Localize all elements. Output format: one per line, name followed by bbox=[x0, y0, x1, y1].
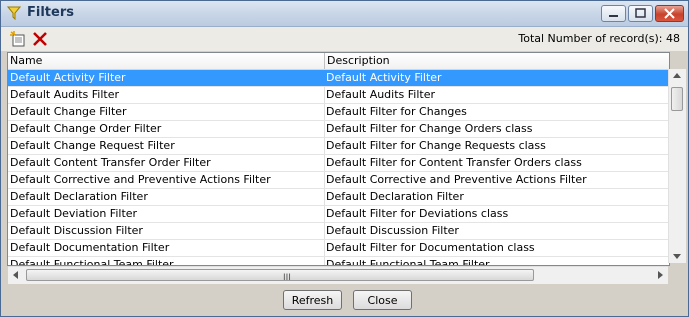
cell-description: Default Filter for Content Transfer Orde… bbox=[326, 156, 582, 169]
cell-description: Default Functional Team Filter bbox=[326, 258, 490, 266]
cell-description: Default Corrective and Preventive Action… bbox=[326, 173, 587, 186]
cell-name: Default Change Order Filter bbox=[10, 122, 162, 135]
minimize-button[interactable] bbox=[601, 5, 626, 22]
column-header-description[interactable]: Description bbox=[327, 54, 390, 67]
cell-name: Default Deviation Filter bbox=[10, 207, 138, 220]
cell-name: Default Discussion Filter bbox=[10, 224, 143, 237]
table-body: Default Activity Filter Default Activity … bbox=[8, 70, 669, 266]
table-row[interactable]: Default Documentation Filter Default Filt… bbox=[8, 240, 669, 257]
cell-name: Default Change Filter bbox=[10, 105, 127, 118]
table-row[interactable]: Default Discussion Filter Default Discuss… bbox=[8, 223, 669, 240]
scroll-up-icon[interactable] bbox=[673, 73, 681, 78]
maximize-icon bbox=[635, 8, 646, 18]
cell-name: Default Content Transfer Order Filter bbox=[10, 156, 211, 169]
cell-name: Default Documentation Filter bbox=[10, 241, 170, 254]
table-row[interactable]: Default Deviation Filter Default Filter f… bbox=[8, 206, 669, 223]
cell-name: Default Corrective and Preventive Action… bbox=[10, 173, 271, 186]
close-button[interactable]: Close bbox=[353, 290, 412, 310]
cell-description: Default Activity Filter bbox=[326, 71, 442, 84]
cell-description: Default Filter for Deviations class bbox=[326, 207, 509, 220]
dialog-footer: Refresh Close bbox=[1, 285, 688, 316]
vertical-scrollbar[interactable] bbox=[668, 69, 686, 263]
cell-description: Default Filter for Documentation class bbox=[326, 241, 535, 254]
table-row[interactable]: Default Change Order Filter Default Filte… bbox=[8, 121, 669, 138]
close-icon bbox=[664, 8, 675, 19]
scroll-down-icon[interactable] bbox=[673, 254, 681, 259]
scroll-grip-icon: III bbox=[283, 273, 291, 283]
minimize-icon bbox=[609, 15, 618, 17]
delete-x-icon[interactable] bbox=[31, 30, 49, 48]
window-title: Filters bbox=[27, 5, 74, 20]
table-row[interactable]: Default Declaration Filter Default Declar… bbox=[8, 189, 669, 206]
table-row[interactable]: Default Functional Team Filter Default Fu… bbox=[8, 257, 669, 266]
table-row[interactable]: Default Change Request Filter Default Fil… bbox=[8, 138, 669, 155]
filters-table: Name Description Default Activity Filter… bbox=[7, 52, 670, 266]
close-window-button[interactable] bbox=[655, 5, 684, 22]
filters-window: Filters Total Number of record(s): 48 Na… bbox=[0, 0, 689, 317]
cell-description: Default Filter for Changes bbox=[326, 105, 467, 118]
title-bar[interactable]: Filters bbox=[1, 1, 688, 27]
cell-description: Default Discussion Filter bbox=[326, 224, 459, 237]
toolbar: Total Number of record(s): 48 bbox=[1, 27, 688, 51]
horizontal-scroll-thumb[interactable]: III bbox=[26, 269, 534, 283]
table-header: Name Description bbox=[8, 53, 669, 70]
table-row[interactable]: Default Content Transfer Order Filter Def… bbox=[8, 155, 669, 172]
new-filter-icon[interactable] bbox=[9, 30, 27, 48]
table-row[interactable]: Default Change Filter Default Filter for … bbox=[8, 104, 669, 121]
column-divider[interactable] bbox=[324, 53, 325, 69]
record-count: Total Number of record(s): 48 bbox=[518, 32, 680, 45]
scroll-left-icon[interactable] bbox=[13, 271, 18, 279]
table-row[interactable]: Default Activity Filter Default Activity … bbox=[8, 70, 669, 87]
cell-name: Default Change Request Filter bbox=[10, 139, 175, 152]
table-row[interactable]: Default Audits Filter Default Audits Filt… bbox=[8, 87, 669, 104]
column-header-name[interactable]: Name bbox=[10, 54, 42, 67]
cell-description: Default Declaration Filter bbox=[326, 190, 464, 203]
cell-name: Default Functional Team Filter bbox=[10, 258, 174, 266]
cell-name: Default Activity Filter bbox=[10, 71, 126, 84]
cell-description: Default Filter for Change Orders class bbox=[326, 122, 533, 135]
refresh-button[interactable]: Refresh bbox=[283, 290, 342, 310]
cell-description: Default Filter for Change Requests class bbox=[326, 139, 546, 152]
cell-name: Default Audits Filter bbox=[10, 88, 120, 101]
vertical-scroll-thumb[interactable] bbox=[671, 87, 683, 111]
cell-name: Default Declaration Filter bbox=[10, 190, 148, 203]
scroll-right-icon[interactable] bbox=[658, 271, 663, 279]
table-row[interactable]: Default Corrective and Preventive Action… bbox=[8, 172, 669, 189]
cell-description: Default Audits Filter bbox=[326, 88, 436, 101]
horizontal-scrollbar[interactable]: III bbox=[8, 266, 668, 284]
maximize-button[interactable] bbox=[628, 5, 653, 22]
funnel-icon bbox=[7, 6, 21, 20]
